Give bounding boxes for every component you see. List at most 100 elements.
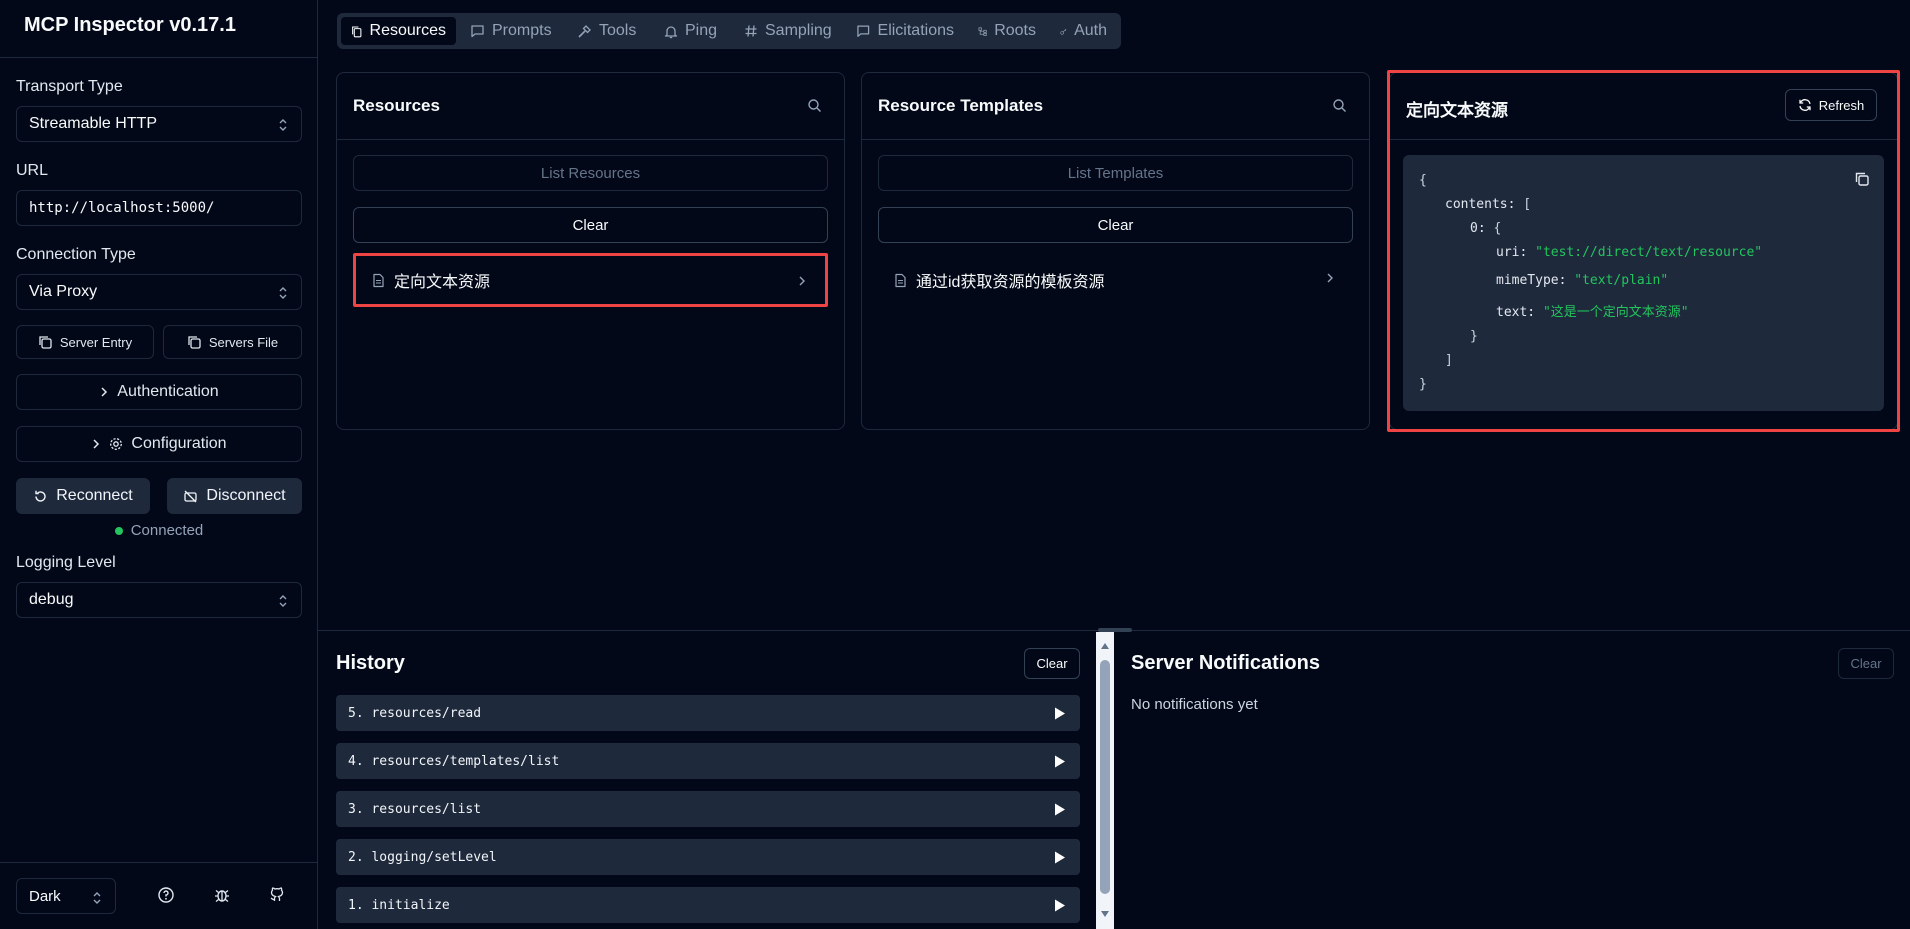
tab-auth[interactable]: Auth: [1050, 17, 1117, 45]
authentication-label: Authentication: [117, 383, 219, 400]
chevron-up-down-icon: [279, 595, 287, 607]
reconnect-button[interactable]: Reconnect: [16, 478, 150, 514]
bug-icon[interactable]: [213, 886, 231, 904]
scrollbar-thumb[interactable]: [1100, 660, 1110, 894]
tab-resources[interactable]: Resources: [341, 17, 456, 45]
chevron-right-icon: [1327, 273, 1333, 283]
history-item-label: 5. resources/read: [348, 705, 482, 721]
copy-icon: [188, 336, 201, 349]
tab-sampling[interactable]: Sampling: [734, 17, 842, 45]
connection-status: Connected: [0, 522, 318, 539]
resources-icon: [352, 25, 362, 37]
sidebar-footer-divider: [0, 862, 318, 863]
logging-level-select[interactable]: debug: [16, 582, 302, 618]
history-item[interactable]: 2. logging/setLevel: [336, 839, 1080, 875]
list-templates-button[interactable]: List Templates: [878, 155, 1353, 191]
logging-level-label: Logging Level: [16, 554, 116, 571]
template-list-item[interactable]: 通过id获取资源的模板资源: [878, 253, 1353, 307]
tab-label: Elicitations: [877, 22, 954, 39]
message-icon: [857, 25, 870, 37]
copy-icon: [39, 336, 52, 349]
highlight-outline: [1387, 70, 1900, 432]
play-icon: [1055, 707, 1065, 720]
search-icon[interactable]: [807, 98, 822, 113]
play-icon: [1055, 755, 1065, 768]
tab-label: Roots: [994, 22, 1036, 39]
history-item-label: 1. initialize: [348, 897, 450, 913]
tree-icon: [978, 26, 987, 36]
configuration-button[interactable]: Configuration: [16, 426, 302, 462]
history-item-label: 3. resources/list: [348, 801, 482, 817]
server-entry-label: Server Entry: [59, 334, 133, 350]
servers-file-button[interactable]: Servers File: [163, 325, 302, 359]
gear-icon: [110, 438, 123, 450]
app-title: MCP Inspector v0.17.1: [24, 14, 236, 36]
url-input[interactable]: http://localhost:5000/: [16, 190, 302, 226]
list-resources-button[interactable]: List Resources: [353, 155, 828, 191]
tab-elicitations[interactable]: Elicitations: [846, 17, 964, 45]
sidebar-divider: [0, 57, 318, 58]
chevron-right-icon: [799, 276, 805, 286]
connection-type-label: Connection Type: [16, 246, 136, 263]
transport-type-select[interactable]: Streamable HTTP: [16, 106, 302, 142]
tab-bar: Resources Prompts Tools Ping Sampling El…: [337, 13, 1121, 49]
notifications-empty-text: No notifications yet: [1131, 696, 1258, 713]
clear-templates-button[interactable]: Clear: [878, 207, 1353, 243]
servers-file-label: Servers File: [208, 334, 279, 350]
status-dot-icon: [114, 526, 123, 535]
resource-list-item[interactable]: 定向文本资源: [353, 253, 828, 307]
clear-resources-button[interactable]: Clear: [353, 207, 828, 243]
theme-value: Dark: [29, 887, 61, 905]
resource-item-label: 定向文本资源: [394, 274, 491, 291]
scroll-down-icon[interactable]: [1100, 910, 1110, 918]
github-icon[interactable]: [268, 886, 286, 904]
disconnect-button[interactable]: Disconnect: [167, 478, 302, 514]
history-item-label: 4. resources/templates/list: [348, 753, 560, 769]
chevron-up-down-icon: [93, 892, 101, 904]
history-clear-button[interactable]: Clear: [1024, 648, 1080, 679]
connection-type-select[interactable]: Via Proxy: [16, 274, 302, 310]
theme-select[interactable]: Dark: [16, 878, 116, 914]
history-item[interactable]: 5. resources/read: [336, 695, 1080, 731]
resources-panel-title: Resources: [353, 96, 440, 115]
help-circle-icon[interactable]: [157, 886, 175, 904]
tab-roots[interactable]: Roots: [968, 17, 1046, 45]
configuration-label: Configuration: [131, 435, 227, 452]
file-text-icon: [895, 273, 906, 287]
tab-label: Auth: [1074, 22, 1107, 39]
chevron-right-icon: [93, 439, 100, 449]
history-title: History: [336, 652, 405, 674]
template-item-label: 通过id获取资源的模板资源: [916, 274, 1105, 291]
search-icon[interactable]: [1332, 98, 1347, 113]
tab-label: Ping: [685, 22, 718, 39]
tab-label: Tools: [599, 22, 637, 39]
sidebar: MCP Inspector v0.17.1 Transport Type Str…: [0, 0, 318, 929]
tab-label: Prompts: [492, 22, 552, 39]
chevron-up-down-icon: [279, 287, 287, 299]
rotate-ccw-icon: [35, 490, 46, 502]
scroll-up-icon[interactable]: [1100, 642, 1110, 650]
key-icon: [1060, 28, 1067, 35]
history-item[interactable]: 4. resources/templates/list: [336, 743, 1080, 779]
history-scrollbar[interactable]: [1096, 632, 1114, 929]
message-icon: [471, 25, 484, 38]
server-notifications-title: Server Notifications: [1131, 652, 1320, 674]
bell-icon: [664, 25, 678, 38]
chevron-up-down-icon: [279, 119, 287, 131]
tab-ping[interactable]: Ping: [654, 17, 730, 45]
history-item[interactable]: 1. initialize: [336, 887, 1080, 923]
url-label: URL: [16, 162, 49, 179]
play-icon: [1055, 899, 1065, 912]
server-entry-button[interactable]: Server Entry: [16, 325, 154, 359]
authentication-button[interactable]: Authentication: [16, 374, 302, 410]
transport-type-value: Streamable HTTP: [29, 115, 158, 132]
tab-label: Resources: [369, 22, 446, 39]
notifications-clear-button[interactable]: Clear: [1838, 648, 1894, 679]
unplug-icon: [184, 490, 198, 502]
disconnect-label: Disconnect: [206, 487, 286, 504]
tab-prompts[interactable]: Prompts: [460, 17, 563, 45]
reconnect-label: Reconnect: [56, 487, 133, 504]
history-item[interactable]: 3. resources/list: [336, 791, 1080, 827]
tab-tools[interactable]: Tools: [567, 17, 650, 45]
play-icon: [1055, 851, 1065, 864]
